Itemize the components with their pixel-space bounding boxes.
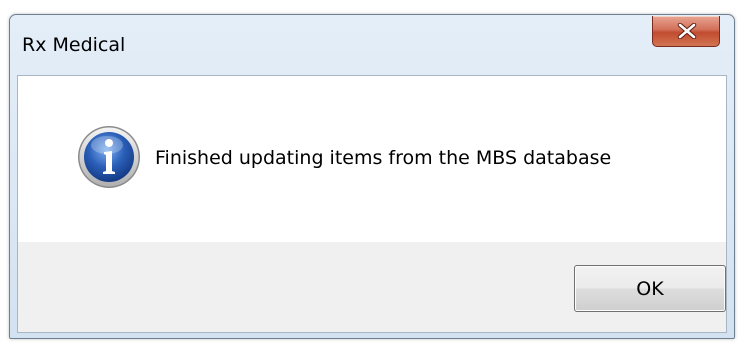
close-icon	[677, 23, 697, 39]
dialog-client-area: Finished updating items from the MBS dat…	[17, 75, 727, 333]
close-button[interactable]	[652, 16, 720, 47]
message-area: Finished updating items from the MBS dat…	[18, 76, 726, 242]
title-bar[interactable]: Rx Medical	[10, 15, 734, 75]
info-icon	[78, 126, 140, 188]
dialog-message: Finished updating items from the MBS dat…	[155, 147, 612, 169]
message-dialog-window: Rx Medical Finished updating items from …	[9, 14, 735, 339]
ok-button[interactable]: OK	[574, 265, 726, 312]
window-title: Rx Medical	[22, 34, 126, 56]
